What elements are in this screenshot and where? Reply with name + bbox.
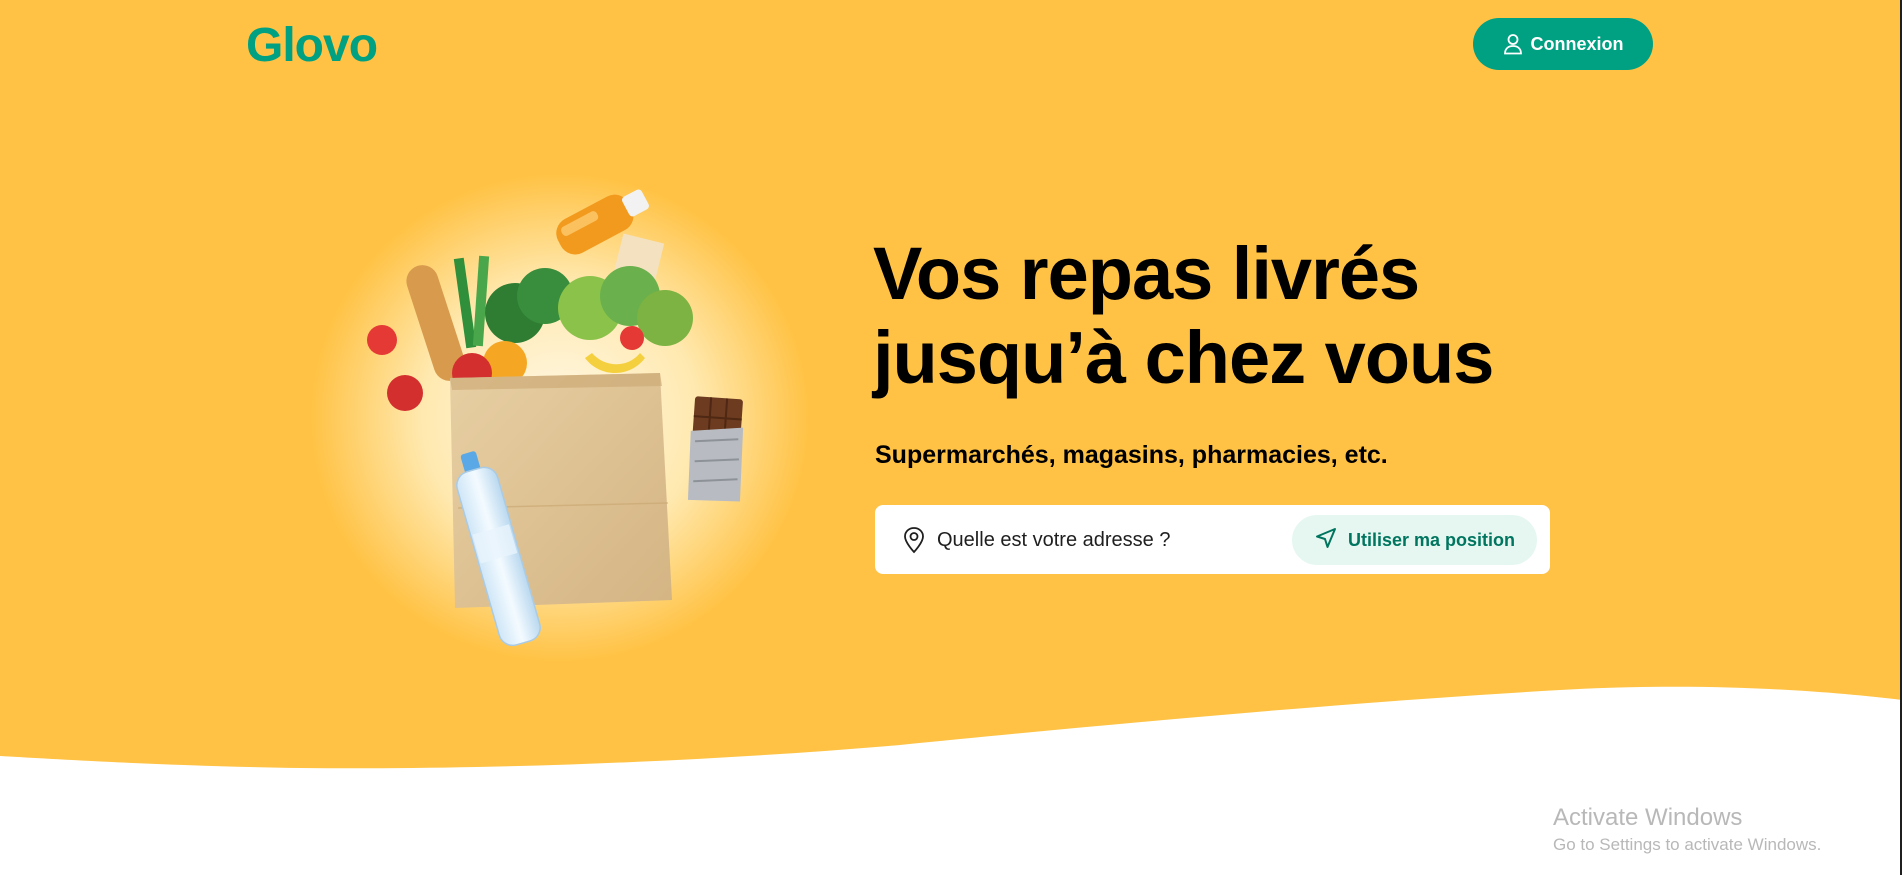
watermark-title: Activate Windows	[1553, 804, 1743, 831]
address-search-bar: Utiliser ma position	[875, 505, 1550, 574]
user-icon	[1503, 33, 1523, 55]
login-button[interactable]: Connexion	[1473, 18, 1653, 70]
location-pin-icon	[899, 525, 929, 555]
use-my-location-button[interactable]: Utiliser ma position	[1292, 515, 1537, 565]
hero-subtitle: Supermarchés, magasins, pharmacies, etc.	[875, 441, 1388, 469]
grocery-bag-illustration	[310, 173, 810, 663]
login-label: Connexion	[1530, 33, 1624, 54]
address-input[interactable]	[937, 522, 1257, 558]
watermark-subtitle: Go to Settings to activate Windows.	[1553, 835, 1822, 854]
hero-background	[0, 0, 1902, 769]
windows-activation-watermark: Activate Windows Go to Settings to activ…	[1553, 803, 1821, 857]
hero-headline: Vos repas livrés jusqu’à chez vous	[873, 232, 1494, 399]
glovo-logo[interactable]: Glovo	[246, 18, 378, 74]
glovo-landing-page: Glovo Connexion Vos repas livrés jusqu’à…	[0, 0, 1902, 875]
navigation-arrow-icon	[1314, 526, 1338, 555]
use-my-location-label: Utiliser ma position	[1347, 529, 1516, 550]
